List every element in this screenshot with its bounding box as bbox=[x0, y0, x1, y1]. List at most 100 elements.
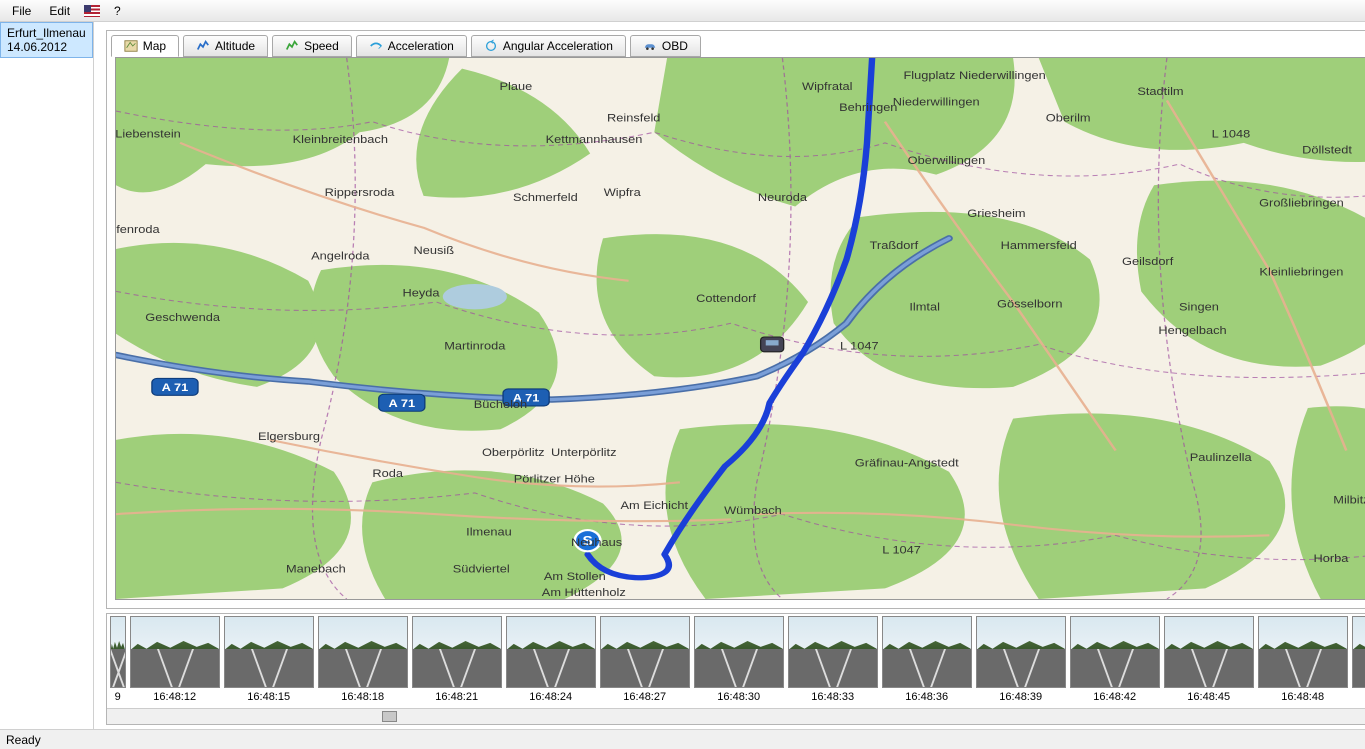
thumb-time: 16:48:39 bbox=[999, 691, 1042, 703]
altitude-icon bbox=[196, 39, 210, 53]
map-place-label: Gräfinau-Angstedt bbox=[854, 457, 959, 469]
filmstrip-scrollbar[interactable] bbox=[107, 708, 1365, 724]
map-place-label: Angelroda bbox=[311, 251, 370, 263]
tab-label: Map bbox=[143, 39, 166, 53]
map-place-label: Flugplatz Niederwillingen bbox=[903, 70, 1045, 82]
thumb[interactable]: 16:48:33 bbox=[787, 616, 879, 706]
map-place-label: Bücheloh bbox=[473, 399, 526, 411]
map-place-label: L 1047 bbox=[840, 341, 879, 353]
menu-file[interactable]: File bbox=[4, 2, 39, 20]
map-place-label: Traßdorf bbox=[869, 240, 918, 252]
map-place-label: Gösselborn bbox=[997, 298, 1062, 310]
map-place-label: Ilmenau bbox=[466, 526, 512, 538]
map-place-label: Neuhaus bbox=[571, 537, 622, 549]
thumb[interactable]: 16:48:51 bbox=[1351, 616, 1365, 706]
tab-label: Angular Acceleration bbox=[503, 39, 613, 53]
tab-label: Speed bbox=[304, 39, 339, 53]
thumb-time: 16:48:24 bbox=[529, 691, 572, 703]
road-shield: A 71 bbox=[378, 394, 424, 411]
map-place-label: Heyda bbox=[402, 288, 440, 300]
thumb-image bbox=[1070, 616, 1160, 688]
thumb[interactable]: 16:48:42 bbox=[1069, 616, 1161, 706]
thumb-time: 16:48:30 bbox=[717, 691, 760, 703]
thumb[interactable]: 16:48:27 bbox=[599, 616, 691, 706]
map-place-label: Wümbach bbox=[724, 505, 782, 517]
menu-edit[interactable]: Edit bbox=[41, 2, 78, 20]
thumb[interactable]: 16:48:15 bbox=[223, 616, 315, 706]
map-place-label: Schmerfeld bbox=[513, 192, 578, 204]
map-place-label: Plaue bbox=[499, 81, 532, 93]
map-place-label: Am Eichicht bbox=[620, 500, 688, 512]
map-place-label: Wipfratal bbox=[802, 81, 853, 93]
map-place-label: Liebenstein bbox=[116, 129, 181, 141]
tab-speed[interactable]: Speed bbox=[272, 35, 352, 57]
map-place-label: Neusiß bbox=[413, 245, 454, 257]
tab-obd[interactable]: OBD bbox=[630, 35, 701, 57]
tab-map[interactable]: Map bbox=[111, 35, 179, 57]
thumb[interactable]: 16:48:48 bbox=[1257, 616, 1349, 706]
flag-icon[interactable] bbox=[84, 5, 100, 17]
thumb[interactable]: 16:48:12 bbox=[129, 616, 221, 706]
map-place-label: Roda bbox=[372, 468, 403, 480]
thumb-time: 16:48:12 bbox=[153, 691, 196, 703]
thumb-image bbox=[130, 616, 220, 688]
map-place-label: Oberpörlitz bbox=[482, 447, 545, 459]
map-place-label: Oberilm bbox=[1045, 113, 1090, 125]
map-place-label: Kettmannhausen bbox=[545, 134, 642, 146]
map-place-label: Milbitz bbox=[1333, 495, 1365, 507]
thumb-time: 16:48:42 bbox=[1093, 691, 1136, 703]
tab-altitude[interactable]: Altitude bbox=[183, 35, 268, 57]
map-place-label: Hammersfeld bbox=[1000, 240, 1076, 252]
statusbar: Ready bbox=[0, 729, 1365, 749]
menubar: File Edit ? bbox=[0, 0, 1365, 22]
map-place-label: Geschwenda bbox=[145, 312, 220, 324]
map-place-label: L 1047 bbox=[882, 544, 921, 556]
map-place-label: Oberwillingen bbox=[907, 155, 985, 167]
map-place-label: L 1048 bbox=[1211, 129, 1250, 141]
scrollbar-thumb[interactable] bbox=[382, 711, 397, 722]
thumb-image bbox=[412, 616, 502, 688]
thumb-time: 16:48:27 bbox=[623, 691, 666, 703]
svg-text:A 71: A 71 bbox=[161, 382, 188, 394]
thumb-image bbox=[600, 616, 690, 688]
tab-label: Altitude bbox=[215, 39, 255, 53]
map-place-label: Elgersburg bbox=[258, 431, 320, 443]
map-place-label: Singen bbox=[1179, 301, 1219, 313]
filmstrip[interactable]: 9 16:48:12 16:48:1516:48:1816:48:21 16:48:… bbox=[107, 614, 1365, 708]
thumb-image bbox=[694, 616, 784, 688]
thumb-partial[interactable]: 9 bbox=[109, 616, 127, 706]
road-shield: A 71 bbox=[152, 378, 198, 395]
menu-help[interactable]: ? bbox=[106, 2, 129, 20]
map-place-label: Döllstedt bbox=[1302, 144, 1353, 156]
session-item[interactable]: Erfurt_Ilmenau 14.06.2012 bbox=[0, 22, 93, 58]
thumb[interactable]: 16:48:21 bbox=[411, 616, 503, 706]
map-place-label: Behringen bbox=[839, 102, 897, 114]
map-place-label: Pörlitzer Höhe bbox=[513, 473, 595, 485]
speed-icon bbox=[285, 39, 299, 53]
map-view[interactable]: S A 71A 71A 71 PlaueReinsfeldWipfratalBe… bbox=[115, 57, 1365, 600]
map-place-label: Wipfra bbox=[603, 187, 640, 199]
map-place-label: Paulinzella bbox=[1189, 452, 1251, 464]
acceleration-icon bbox=[369, 39, 383, 53]
thumb[interactable]: 16:48:45 bbox=[1163, 616, 1255, 706]
thumb[interactable]: 16:48:39 bbox=[975, 616, 1067, 706]
thumb-image bbox=[788, 616, 878, 688]
thumb[interactable]: 16:48:18 bbox=[317, 616, 409, 706]
map-place-label: Ilmtal bbox=[909, 301, 940, 313]
thumb-image bbox=[882, 616, 972, 688]
thumb-image bbox=[1258, 616, 1348, 688]
map-place-label: Kleinliebringen bbox=[1259, 266, 1343, 278]
tab-angular[interactable]: Angular Acceleration bbox=[471, 35, 626, 57]
tab-label: OBD bbox=[662, 39, 688, 53]
thumb[interactable]: 16:48:30 bbox=[693, 616, 785, 706]
thumb-image bbox=[976, 616, 1066, 688]
tabstrip: Map Altitude Speed bbox=[107, 31, 1365, 57]
map-place-label: Rippersroda bbox=[324, 187, 394, 199]
tab-acceleration[interactable]: Acceleration bbox=[356, 35, 467, 57]
thumb-time: 9 bbox=[115, 691, 121, 703]
angular-icon bbox=[484, 39, 498, 53]
thumb-image bbox=[224, 616, 314, 688]
map-place-label: Reinsfeld bbox=[607, 113, 660, 125]
thumb[interactable]: 16:48:36 bbox=[881, 616, 973, 706]
thumb[interactable]: 16:48:24 bbox=[505, 616, 597, 706]
